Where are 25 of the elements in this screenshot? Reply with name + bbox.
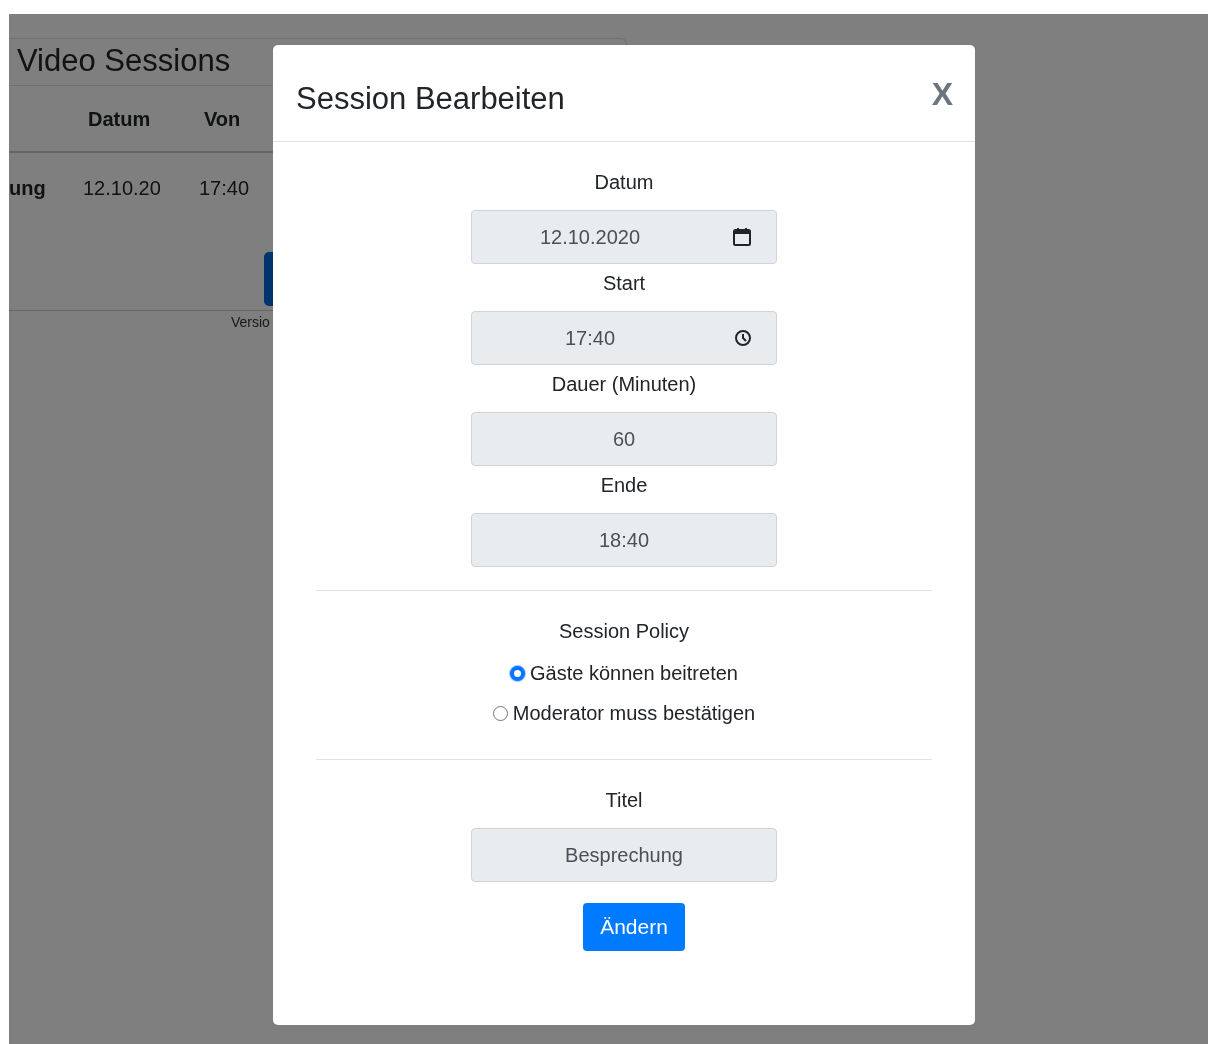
submit-button[interactable]: Ändern bbox=[583, 903, 685, 951]
radio-label[interactable]: Moderator muss bestätigen bbox=[512, 702, 756, 725]
column-header: Von bbox=[204, 108, 241, 130]
calendar-icon[interactable] bbox=[732, 227, 752, 247]
table-cell: 17:40 bbox=[199, 177, 250, 199]
time-field[interactable]: 17:40 bbox=[471, 311, 777, 365]
input-field[interactable]: 18:40 bbox=[471, 513, 777, 567]
field-label: Ende bbox=[600, 473, 648, 498]
section-label: Session Policy bbox=[558, 619, 690, 644]
clock-icon[interactable] bbox=[734, 329, 752, 347]
field-label: Titel bbox=[605, 788, 643, 813]
field-label: Datum bbox=[594, 170, 654, 195]
radio-label[interactable]: Gäste können beitreten bbox=[530, 662, 738, 685]
table-cell: 12.10.20 bbox=[83, 177, 161, 199]
close-button[interactable]: X bbox=[931, 75, 953, 113]
column-header: Datum bbox=[88, 108, 151, 130]
table-cell: ung bbox=[9, 177, 46, 199]
field-label: Dauer (Minuten) bbox=[551, 372, 697, 397]
version-text: Versio bbox=[231, 314, 270, 330]
number-field[interactable]: 60 bbox=[471, 412, 777, 466]
radio-button[interactable] bbox=[492, 706, 508, 721]
date-field[interactable]: 12.10.2020 bbox=[471, 210, 777, 264]
radio-button[interactable] bbox=[510, 666, 526, 681]
field-label: Start bbox=[602, 271, 646, 296]
input-field[interactable]: Besprechung bbox=[471, 828, 777, 882]
